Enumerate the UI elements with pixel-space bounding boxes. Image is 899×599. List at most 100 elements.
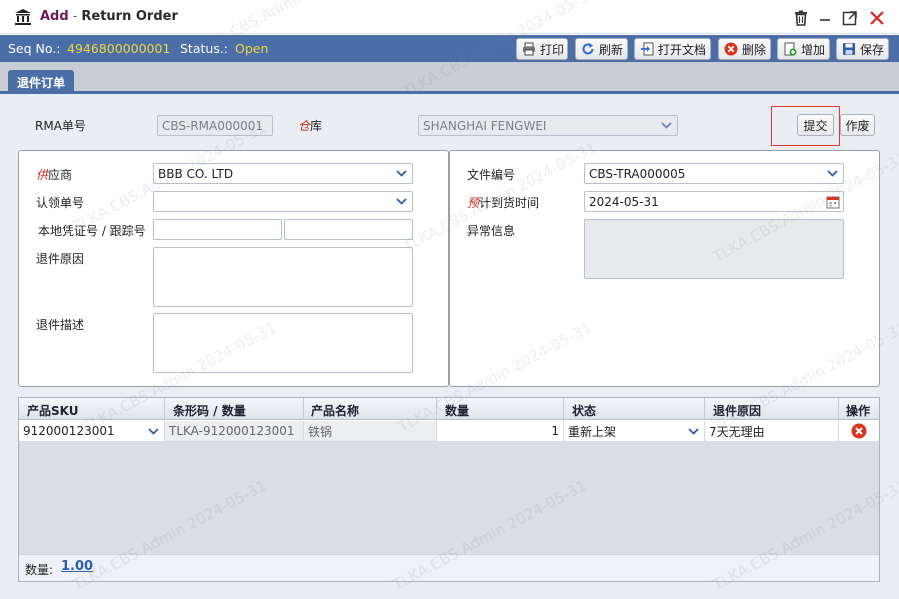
open-document-label: 打开文档 xyxy=(658,42,707,57)
barcode-cell: TLKA-912000123001 xyxy=(165,421,304,441)
add-button[interactable]: 增加 xyxy=(777,38,830,60)
title-mode: Add xyxy=(40,9,69,24)
exception-field xyxy=(584,219,844,279)
calendar-icon[interactable] xyxy=(824,194,841,209)
row-reason-value: 7天无理由 xyxy=(709,424,765,439)
column-divider xyxy=(303,398,304,420)
delete-icon xyxy=(724,42,738,56)
reason-cell[interactable]: 7天无理由 xyxy=(705,421,839,441)
column-header-status[interactable]: 状态 xyxy=(572,402,596,419)
action-cell xyxy=(839,421,879,441)
warehouse-required-mark: 仓 xyxy=(298,119,311,133)
remove-row-icon[interactable] xyxy=(851,423,867,439)
column-header-qty[interactable]: 数量 xyxy=(445,402,469,419)
submit-button[interactable]: 提交 xyxy=(797,114,834,136)
supplier-required-mark: 供 xyxy=(36,168,49,182)
voucher-input[interactable] xyxy=(153,219,282,240)
tab-return-order[interactable]: 退件订单 xyxy=(8,70,74,94)
status-value: 重新上架 xyxy=(568,424,617,439)
column-divider xyxy=(164,398,165,420)
open-document-button[interactable]: 打开文档 xyxy=(634,38,711,60)
description-label: 退件描述 xyxy=(36,318,85,332)
column-header-action: 操作 xyxy=(846,404,871,418)
total-qty-value[interactable]: 1.00 xyxy=(61,559,93,574)
reason-label: 退件原因 xyxy=(36,252,85,266)
description-textarea[interactable] xyxy=(153,313,413,373)
claim-select[interactable] xyxy=(153,191,413,212)
supplier-label-text: 应商 xyxy=(48,168,73,182)
refresh-label: 刷新 xyxy=(599,42,624,57)
delete-button[interactable]: 删除 xyxy=(718,38,771,60)
save-button[interactable]: 保存 xyxy=(836,38,889,60)
supplier-select[interactable]: BBB CO. LTD xyxy=(153,163,413,184)
rma-label: RMA单号 xyxy=(35,119,86,133)
maximize-icon[interactable] xyxy=(841,9,859,27)
exception-label: 异常信息 xyxy=(467,224,516,238)
seq-value: 4946800000001 xyxy=(67,41,171,56)
sku-cell[interactable]: 912000123001 xyxy=(19,421,165,441)
delete-label: 删除 xyxy=(742,42,767,57)
chevron-down-icon[interactable] xyxy=(145,424,162,439)
supplier-value: BBB CO. LTD xyxy=(158,166,234,181)
file-no-label: 文件编号 xyxy=(467,168,516,182)
chevron-down-icon[interactable] xyxy=(393,166,410,181)
chevron-down-icon[interactable] xyxy=(685,424,702,439)
warehouse-label: 仓库 xyxy=(298,117,322,134)
rma-value: CBS-RMA000001 xyxy=(162,118,264,133)
column-header-barcode[interactable]: 条形码 / 数量 xyxy=(173,402,246,419)
add-document-icon xyxy=(784,42,797,56)
printer-icon xyxy=(523,42,535,56)
status-label: Status.: xyxy=(180,41,229,56)
product-name-value: 铁锅 xyxy=(308,424,333,439)
total-qty-label: 数量: xyxy=(25,563,54,577)
eta-label: 预计到货时间 xyxy=(467,194,539,211)
column-divider xyxy=(563,398,564,420)
warehouse-label-text: 库 xyxy=(310,119,323,133)
reason-textarea[interactable] xyxy=(153,247,413,307)
trash-icon[interactable] xyxy=(792,9,810,27)
eta-date-field[interactable]: 2024-05-31 xyxy=(584,191,844,212)
column-header-sku[interactable]: 产品SKU xyxy=(27,402,78,419)
close-icon[interactable] xyxy=(868,9,886,27)
print-label: 打印 xyxy=(540,42,565,57)
bank-icon xyxy=(15,9,31,25)
sku-value: 912000123001 xyxy=(23,424,115,438)
warehouse-value: SHANGHAI FENGWEI xyxy=(423,118,547,133)
refresh-icon xyxy=(582,43,594,55)
chevron-down-icon[interactable] xyxy=(393,194,410,209)
title-separator: - xyxy=(72,9,78,24)
chevron-down-icon[interactable] xyxy=(824,166,841,181)
claim-label: 认领单号 xyxy=(36,196,85,210)
voucher-label: 本地凭证号 / 跟踪号 xyxy=(38,224,146,238)
rma-field[interactable]: CBS-RMA000001 xyxy=(157,115,273,136)
chevron-down-icon[interactable] xyxy=(658,118,675,133)
tracking-input[interactable] xyxy=(284,219,413,240)
column-divider xyxy=(436,398,437,420)
column-divider xyxy=(704,398,705,420)
status-value: Open xyxy=(235,41,269,56)
eta-value: 2024-05-31 xyxy=(589,194,659,209)
barcode-value: TLKA-912000123001 xyxy=(169,424,295,438)
tab-strip xyxy=(0,62,899,94)
column-header-reason[interactable]: 退件原因 xyxy=(713,402,761,419)
minimize-icon[interactable] xyxy=(816,9,834,27)
open-document-icon xyxy=(641,42,654,56)
file-no-select[interactable]: CBS-TRA000005 xyxy=(584,163,844,184)
warehouse-select[interactable]: SHANGHAI FENGWEI xyxy=(418,115,678,136)
qty-cell[interactable]: 1 xyxy=(437,421,564,441)
qty-value: 1 xyxy=(551,424,559,438)
status-cell[interactable]: 重新上架 xyxy=(564,421,705,441)
column-header-name[interactable]: 产品名称 xyxy=(311,402,359,419)
add-label: 增加 xyxy=(801,42,826,57)
supplier-label: 供应商 xyxy=(36,166,72,183)
refresh-button[interactable]: 刷新 xyxy=(575,38,628,60)
column-divider xyxy=(838,398,839,420)
eta-required-mark: 预 xyxy=(467,196,480,210)
void-button[interactable]: 作废 xyxy=(840,114,875,136)
save-icon xyxy=(843,43,855,55)
seq-label: Seq No.: xyxy=(8,41,61,56)
print-button[interactable]: 打印 xyxy=(516,38,568,60)
save-label: 保存 xyxy=(860,42,885,57)
title-name: Return Order xyxy=(81,9,178,24)
file-no-value: CBS-TRA000005 xyxy=(589,166,686,181)
